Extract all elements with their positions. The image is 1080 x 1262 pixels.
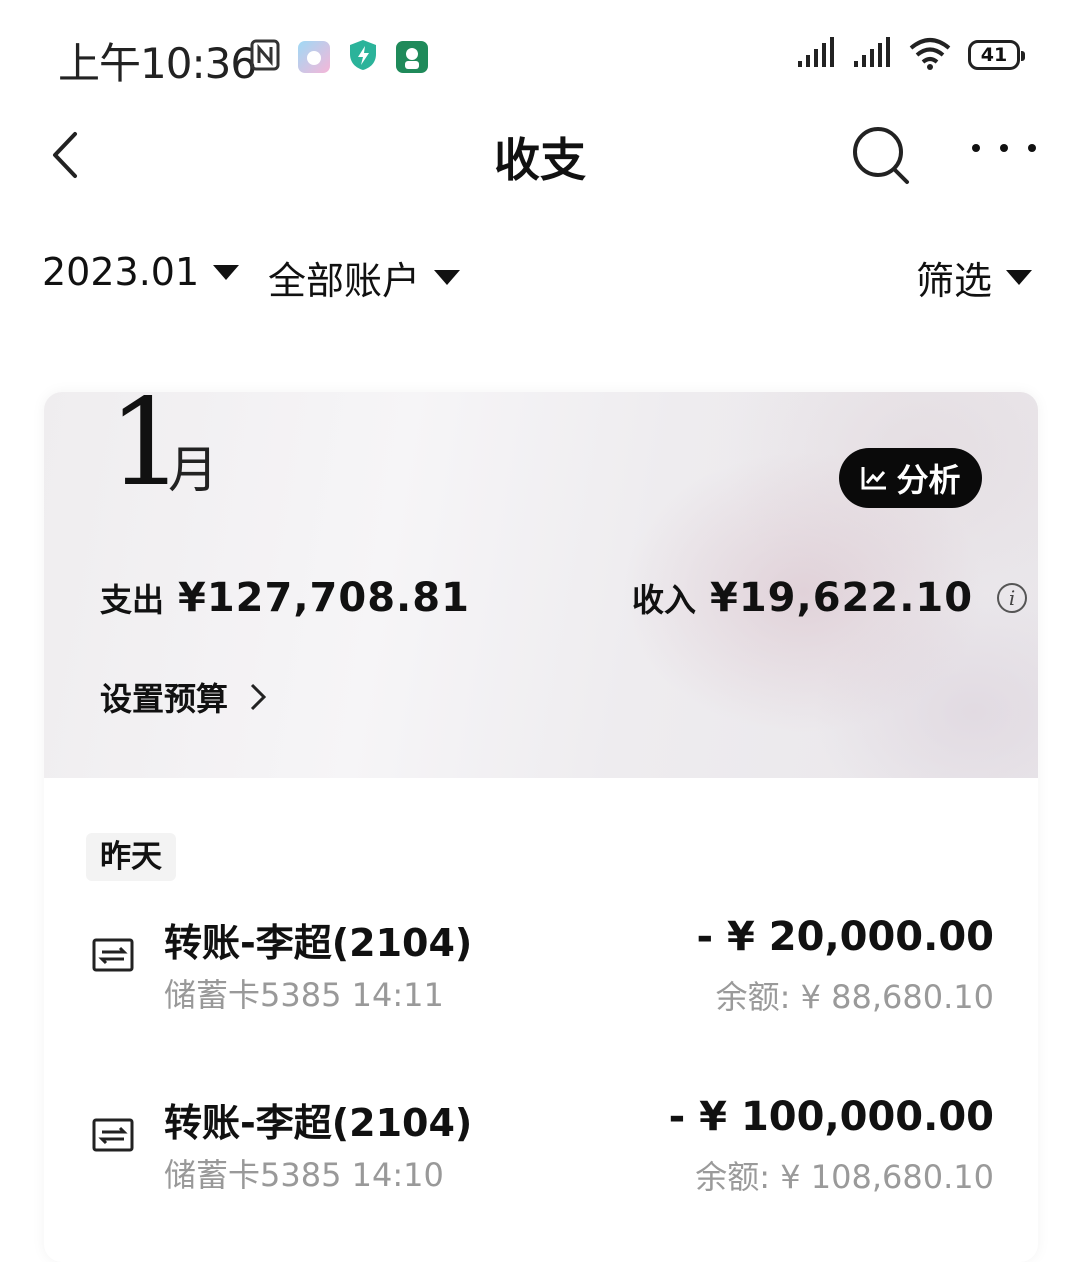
transaction-balance: 余额: ¥ 108,680.10 <box>695 1158 994 1196</box>
app-notification-icon <box>298 41 330 73</box>
transaction-row[interactable]: 转账-李超(2104) 储蓄卡5385 14:11 - ¥ 20,000.00 … <box>44 912 1038 1032</box>
more-button[interactable] <box>972 128 1036 168</box>
expense-summary: 支出 ¥127,708.81 <box>100 575 470 621</box>
filter-selector-label: 筛选 <box>916 259 993 303</box>
nav-bar: 收支 <box>0 110 1080 200</box>
transfer-icon <box>92 1118 134 1152</box>
account-selector[interactable]: 全部账户 <box>268 250 461 305</box>
month-unit: 月 <box>168 441 218 499</box>
avatar-notification-icon <box>396 41 428 73</box>
filter-row: 2023.01 全部账户 筛选 <box>0 240 1080 310</box>
income-summary: 收入 ¥19,622.10 i <box>632 575 1028 621</box>
summary-hero: 1 月 分析 支出 ¥127,708.81 收入 ¥19,622.10 i 设置… <box>44 392 1038 778</box>
wifi-icon <box>908 36 952 74</box>
analysis-button[interactable]: 分析 <box>839 448 982 508</box>
search-button[interactable] <box>850 124 912 186</box>
more-icon-dot <box>1028 144 1036 152</box>
income-label: 收入 <box>632 581 697 619</box>
month-selector-label: 2023.01 <box>42 250 200 294</box>
month-selector[interactable]: 2023.01 <box>42 250 240 294</box>
day-group-label: 昨天 <box>86 833 176 881</box>
search-icon <box>853 127 909 184</box>
more-icon-dot <box>1000 144 1008 152</box>
account-selector-label: 全部账户 <box>268 259 421 303</box>
expense-value: ¥127,708.81 <box>178 575 470 621</box>
transaction-row[interactable]: 转账-李超(2104) 储蓄卡5385 14:10 - ¥ 100,000.00… <box>44 1092 1038 1212</box>
analysis-label: 分析 <box>896 461 961 499</box>
battery-indicator: 41 <box>968 40 1025 70</box>
signal-icon-2 <box>852 37 892 73</box>
transaction-balance: 余额: ¥ 88,680.10 <box>715 978 994 1016</box>
transaction-subtitle: 储蓄卡5385 14:10 <box>164 1156 444 1194</box>
set-budget-label: 设置预算 <box>100 680 229 718</box>
transfer-icon <box>92 938 134 972</box>
more-icon <box>972 144 980 152</box>
filter-selector[interactable]: 筛选 <box>916 250 1033 305</box>
set-budget-link[interactable]: 设置预算 <box>100 674 267 720</box>
shield-icon <box>348 38 378 76</box>
nfc-icon <box>250 39 280 75</box>
transaction-title: 转账-李超(2104) <box>164 921 473 965</box>
status-notification-icons <box>250 38 428 76</box>
status-bar: 上午10:36 41 <box>0 0 1080 110</box>
caret-down-icon <box>213 264 240 280</box>
monthly-summary-card: 1 月 分析 支出 ¥127,708.81 收入 ¥19,622.10 i 设置… <box>44 392 1038 1262</box>
caret-down-icon <box>1006 270 1033 285</box>
status-system-icons: 41 <box>796 36 1025 74</box>
transaction-title: 转账-李超(2104) <box>164 1101 473 1145</box>
income-value: ¥19,622.10 <box>710 575 974 621</box>
status-time: 上午10:36 <box>58 39 257 88</box>
chevron-right-icon <box>250 683 267 711</box>
caret-down-icon <box>434 270 461 285</box>
info-icon[interactable]: i <box>997 583 1028 613</box>
transaction-amount: - ¥ 100,000.00 <box>668 1094 994 1140</box>
transaction-subtitle: 储蓄卡5385 14:11 <box>164 976 444 1014</box>
expense-label: 支出 <box>100 581 165 619</box>
trend-chart-icon <box>861 467 887 490</box>
transaction-amount: - ¥ 20,000.00 <box>696 914 995 960</box>
page-title: 收支 <box>494 133 586 187</box>
signal-icon <box>796 37 836 73</box>
